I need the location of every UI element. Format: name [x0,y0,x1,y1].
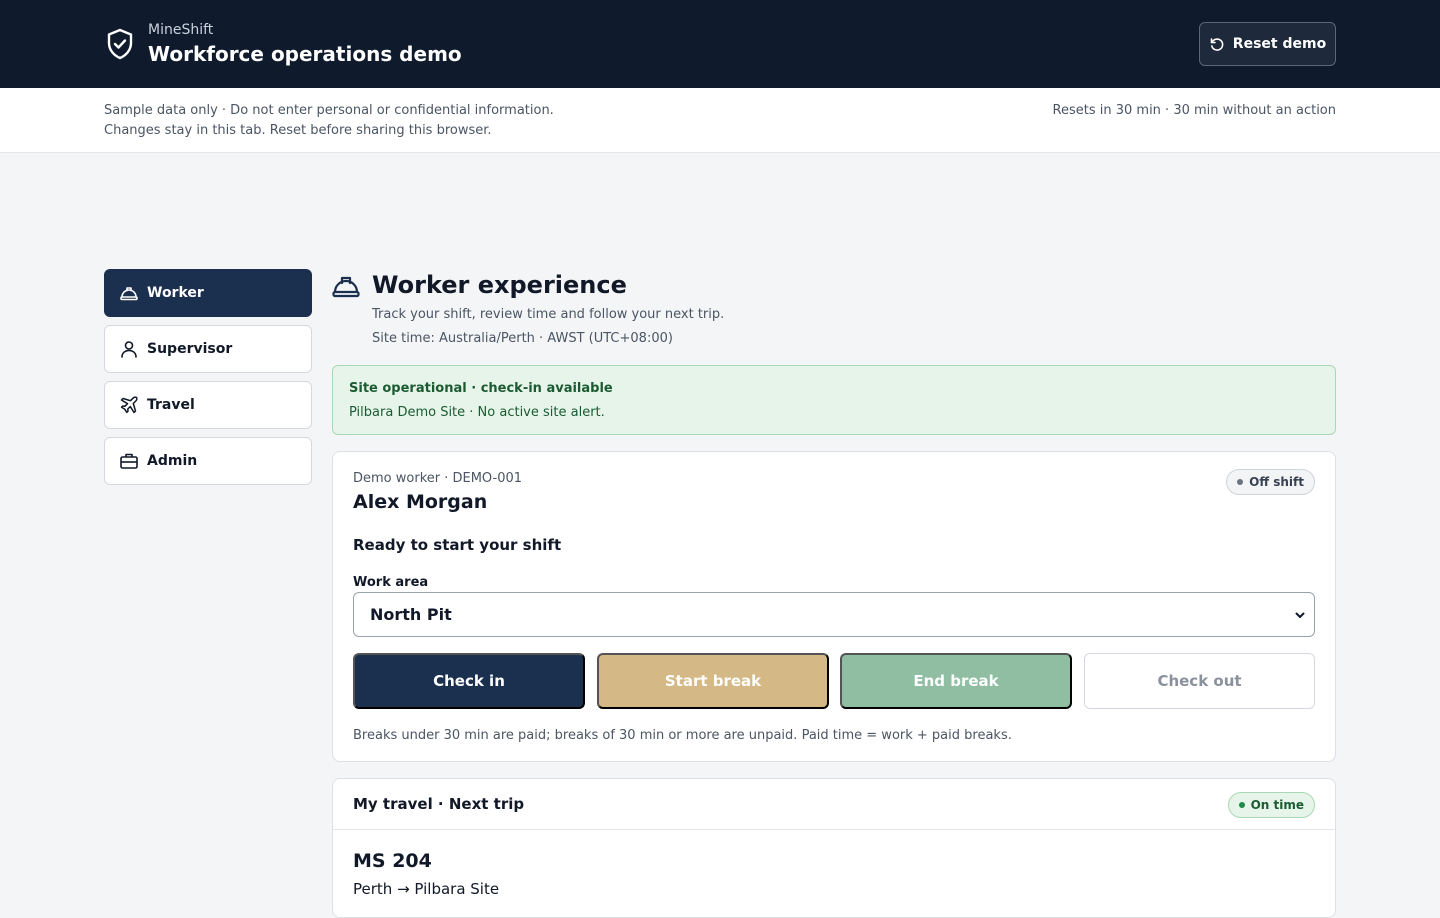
shift-status-badge: Off shift [1226,469,1315,495]
notice-line-2: Changes stay in this tab. Reset before s… [104,123,492,138]
reset-timer-info: Resets in 30 min · 30 min without an act… [1052,103,1336,118]
reset-demo-button[interactable]: Reset demo [1199,22,1336,66]
brand-name: MineShift [148,22,214,38]
work-area-value: North Pit [370,605,452,624]
worker-name: Alex Morgan [353,491,488,513]
chevron-down-icon [1295,612,1305,618]
plane-icon [120,396,138,414]
reset-demo-label: Reset demo [1232,36,1327,52]
check-in-button[interactable]: Check in [353,653,585,709]
sidebar-item-admin[interactable]: Admin [104,437,312,485]
worker-shift-card: Demo worker · DEMO-001 Alex Morgan Off s… [332,451,1336,762]
sidebar-item-label: Worker [147,285,204,301]
shield-check-icon [107,28,133,60]
sidebar-item-label: Admin [147,453,198,469]
shift-ready-text: Ready to start your shift [353,536,562,554]
top-header: MineShift Workforce operations demo Rese… [0,0,1440,88]
worker-id: Demo worker · DEMO-001 [353,471,523,486]
sidebar-item-label: Supervisor [147,341,233,357]
flight-number: MS 204 [353,850,432,872]
briefcase-icon [120,453,138,469]
app-title: Workforce operations demo [148,42,462,66]
sidebar-item-label: Travel [147,397,195,413]
hard-hat-icon [120,287,138,301]
travel-card-header: My travel · Next trip On time [333,779,1335,830]
end-break-button[interactable]: End break [840,653,1072,709]
alert-title: Site operational · check-in available [349,381,613,396]
sidebar-item-worker[interactable]: Worker [104,269,312,317]
flight-route: Perth → Pilbara Site [353,880,500,898]
page-subtitle: Track your shift, review time and follow… [372,307,725,322]
site-time: Site time: Australia/Perth · AWST (UTC+0… [372,331,673,346]
notice-line-1: Sample data only · Do not enter personal… [104,103,554,118]
notice-bar: Sample data only · Do not enter personal… [0,88,1440,153]
sidebar-item-travel[interactable]: Travel [104,381,312,429]
travel-status-label: On time [1250,798,1304,812]
status-dot-icon [1238,802,1245,808]
status-dot-icon [1237,479,1244,485]
travel-card: My travel · Next trip On time MS 204 Per… [332,778,1336,918]
page-title: Worker experience [372,271,627,299]
work-area-label: Work area [353,575,429,590]
travel-title: My travel · Next trip [353,795,525,813]
shift-status-label: Off shift [1249,475,1304,489]
travel-status-badge: On time [1227,792,1315,818]
start-break-button[interactable]: Start break [597,653,829,709]
user-icon [121,341,137,358]
hard-hat-icon [332,276,360,298]
break-policy-note: Breaks under 30 min are paid; breaks of … [353,728,1012,743]
rotate-ccw-icon [1210,38,1224,51]
site-status-alert: Site operational · check-in available Pi… [332,365,1336,435]
alert-body: Pilbara Demo Site · No active site alert… [349,405,605,420]
check-out-button[interactable]: Check out [1084,653,1315,709]
work-area-select[interactable]: North Pit [353,592,1315,637]
sidebar-item-supervisor[interactable]: Supervisor [104,325,312,373]
